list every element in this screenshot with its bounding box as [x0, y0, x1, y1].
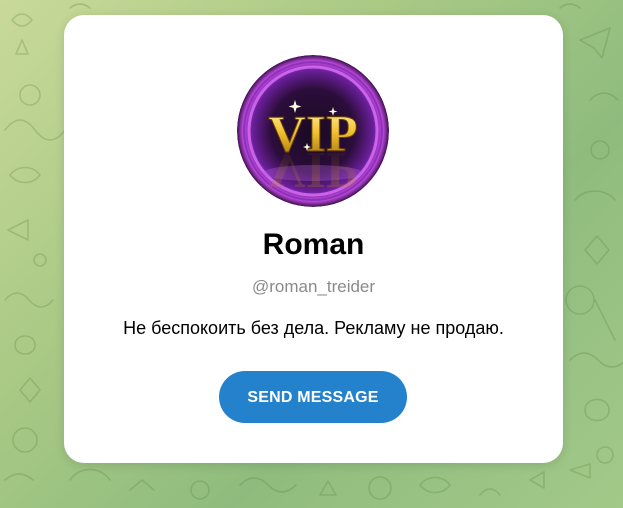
profile-username[interactable]: @roman_treider	[64, 276, 563, 298]
profile-bio: Не беспокоить без дела. Рекламу не прода…	[123, 318, 504, 338]
svg-text:VIP: VIP	[268, 141, 358, 198]
vip-gold-emblem-icon: VIP VIP	[237, 55, 389, 207]
profile-name: Roman	[262, 228, 365, 261]
profile-card: VIP VIP Roman @roman_treider Не беспокои…	[64, 15, 563, 463]
send-message-button[interactable]: SEND MESSAGE	[219, 371, 407, 423]
avatar[interactable]: VIP VIP	[237, 55, 389, 207]
